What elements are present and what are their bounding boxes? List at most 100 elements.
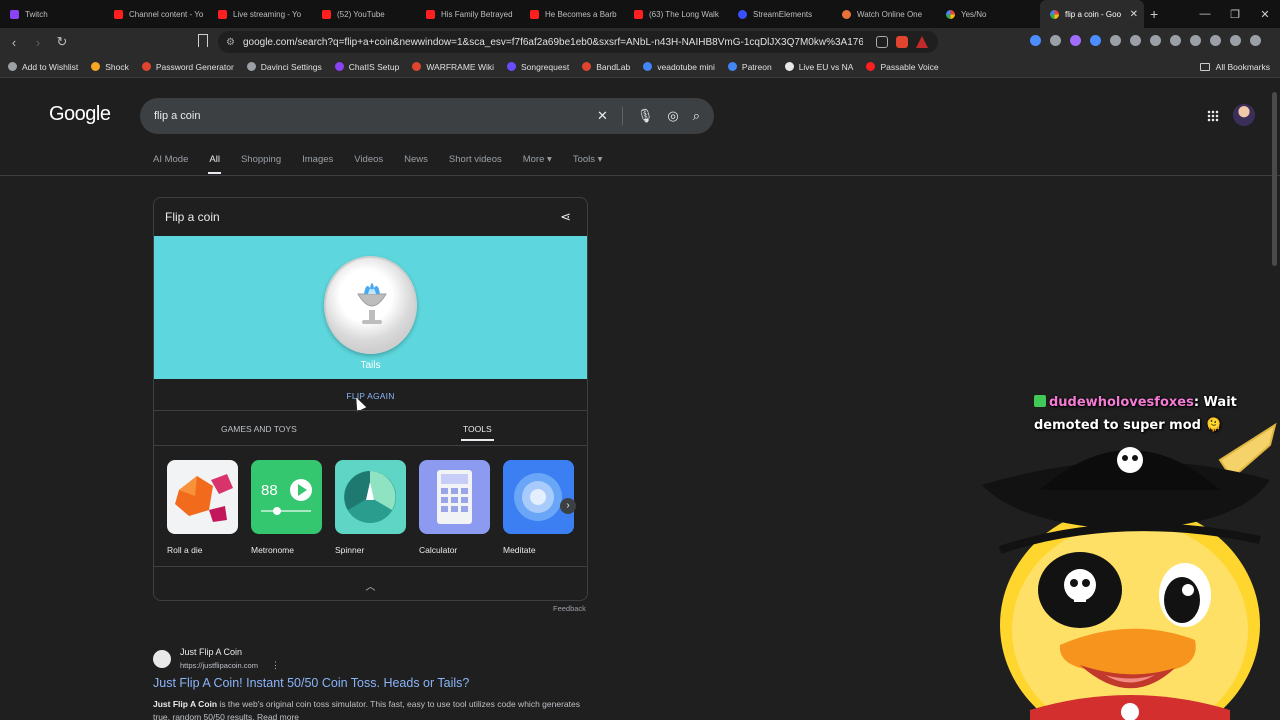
search-box-icons: ✕ 🎙 ◎ ⌕ [597, 107, 700, 125]
flip-again-button[interactable]: FLIP AGAIN [154, 391, 587, 401]
search-input[interactable]: flip a coin ✕ 🎙 ◎ ⌕ [140, 98, 714, 134]
bookmark-page-icon[interactable] [198, 34, 208, 47]
bookmark-item[interactable]: Davinci Settings [246, 62, 322, 72]
extensions-toolbar [1030, 35, 1261, 46]
close-window-icon[interactable]: ✕ [1250, 8, 1280, 21]
tab-news[interactable]: News [404, 154, 428, 165]
bookmark-item[interactable]: ChatIS Setup [334, 62, 399, 72]
bookmark-item[interactable]: Live EU vs NA [784, 62, 853, 72]
tab-short-videos[interactable]: Short videos [449, 154, 502, 165]
tab-shopping[interactable]: Shopping [241, 154, 281, 165]
reading-list-icon[interactable] [1190, 35, 1201, 46]
site-info-icon[interactable]: ⚙ [226, 37, 235, 48]
google-apps-icon[interactable] [1207, 110, 1219, 122]
sidebar-icon[interactable] [1170, 35, 1181, 46]
minimize-icon[interactable]: — [1190, 8, 1220, 20]
extension-icon[interactable] [1030, 35, 1041, 46]
tab-all[interactable]: All [208, 154, 221, 174]
tab-barb[interactable]: He Becomes a Barb [520, 0, 624, 28]
chalice-icon [357, 283, 387, 324]
tab-title: StreamElements [753, 9, 813, 19]
tab-ai-mode[interactable]: AI Mode [153, 154, 188, 165]
tab-tools[interactable]: Tools ▾ [573, 154, 603, 165]
bookmark-item[interactable]: Shock [91, 62, 129, 72]
new-tab-button[interactable]: + [1150, 6, 1158, 22]
tab-long-walk[interactable]: (63) The Long Walk [624, 0, 728, 28]
result-url[interactable]: https://justflipacoin.com [180, 661, 258, 670]
coin-panel: Tails [154, 236, 587, 379]
back-arrow-icon[interactable]: ‹ [4, 35, 24, 50]
extension-icon[interactable] [1050, 35, 1061, 46]
extension-icon[interactable] [1130, 35, 1141, 46]
share-page-icon[interactable] [876, 36, 888, 48]
result-site-name[interactable]: Just Flip A Coin [180, 647, 242, 657]
collapse-button[interactable]: ︿ [154, 578, 587, 593]
tab-tools-category[interactable]: TOOLS [461, 424, 494, 441]
tab-videos[interactable]: Videos [354, 154, 383, 165]
extension-icon[interactable] [1070, 35, 1081, 46]
tool-roll-a-die[interactable]: Roll a die [167, 460, 238, 555]
rewards-icon[interactable] [916, 36, 928, 48]
tab-games-and-toys[interactable]: GAMES AND TOYS [221, 424, 297, 434]
all-bookmarks-button[interactable]: All Bookmarks [1199, 62, 1270, 72]
tab-more[interactable]: More ▾ [523, 154, 552, 165]
clear-icon[interactable]: ✕ [597, 108, 608, 124]
bookmark-item[interactable]: Songrequest [507, 62, 569, 72]
tab-title: Live streaming - Yo [233, 9, 302, 19]
tab-twitch[interactable]: Twitch [0, 0, 104, 28]
chevron-right-icon[interactable]: › [560, 498, 576, 514]
tool-spinner[interactable]: Spinner [335, 460, 406, 555]
tab-watch-online[interactable]: Watch Online One [832, 0, 936, 28]
bookmark-item[interactable]: WARFRAME Wiki [412, 62, 494, 72]
puzzle-icon[interactable] [1110, 35, 1121, 46]
bookmark-item[interactable]: veadotube mini [643, 62, 715, 72]
tab-family-betrayed[interactable]: His Family Betrayed [416, 0, 520, 28]
search-icon[interactable]: ⌕ [693, 108, 700, 124]
avatar[interactable] [1233, 104, 1255, 126]
pirate-duck-mascot [982, 422, 1277, 720]
tab-flip-a-coin[interactable]: flip a coin - Goo ✕ [1040, 0, 1144, 28]
bookmark-label: BandLab [596, 61, 631, 72]
close-tab-icon[interactable]: ✕ [1130, 9, 1138, 20]
bookmark-item[interactable]: BandLab [582, 62, 630, 72]
tab-yes-no[interactable]: Yes/No [936, 0, 1040, 28]
youtube-icon [322, 9, 331, 19]
coin[interactable] [324, 256, 417, 354]
forward-arrow-icon[interactable]: › [28, 35, 48, 50]
tool-metronome[interactable]: 88 Metronome [251, 460, 322, 555]
microphone-icon[interactable]: 🎙 [637, 108, 654, 124]
restore-icon[interactable]: ❐ [1220, 8, 1250, 21]
ai-icon[interactable] [1210, 35, 1221, 46]
bookmark-item[interactable]: Add to Wishlist [8, 62, 78, 72]
extension-icon[interactable] [1090, 35, 1101, 46]
tool-label: Meditate [503, 545, 536, 555]
url-bar[interactable]: ⚙ google.com/search?q=flip+a+coin&newwin… [218, 31, 938, 53]
tab-youtube[interactable]: (52) YouTube [312, 0, 416, 28]
lens-icon[interactable]: ◎ [667, 108, 678, 124]
google-logo[interactable]: Google [49, 103, 111, 126]
tab-streamelements[interactable]: StreamElements [728, 0, 832, 28]
tab-live-streaming[interactable]: Live streaming - Yo [208, 0, 312, 28]
page-scrollbar[interactable] [1272, 92, 1277, 266]
feedback-link[interactable]: Feedback [553, 604, 586, 613]
more-options-icon[interactable]: ⋮ [271, 660, 280, 671]
bookmark-item[interactable]: Patreon [727, 62, 772, 72]
tab-title: Watch Online One [857, 9, 923, 19]
divider [154, 445, 587, 446]
bookmark-item[interactable]: Password Generator [141, 62, 234, 72]
bookmark-item[interactable]: Passable Voice [866, 62, 939, 72]
share-icon[interactable]: ⋖ [560, 209, 571, 225]
reload-icon[interactable]: ↻ [52, 34, 72, 50]
tab-title: flip a coin - Goo [1065, 9, 1122, 19]
meditate-icon [503, 460, 574, 534]
menu-icon[interactable] [1250, 35, 1261, 46]
tab-channel-content[interactable]: Channel content - Yo [104, 0, 208, 28]
brave-shield-icon[interactable] [896, 36, 908, 48]
read-more-link[interactable]: Read more [257, 712, 299, 720]
tool-calculator[interactable]: Calculator [419, 460, 490, 555]
result-title-link[interactable]: Just Flip A Coin! Instant 50/50 Coin Tos… [153, 676, 469, 690]
youtube-icon [866, 62, 876, 71]
tab-images[interactable]: Images [302, 154, 333, 165]
vpn-icon[interactable] [1230, 35, 1241, 46]
media-icon[interactable] [1150, 35, 1161, 46]
